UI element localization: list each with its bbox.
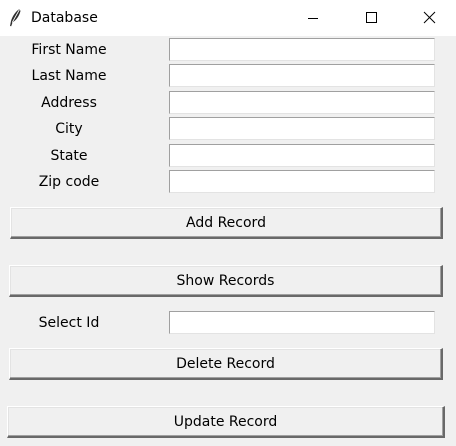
select-id-field[interactable] (169, 311, 435, 334)
address-field[interactable] (169, 91, 435, 114)
first-name-field[interactable] (169, 38, 435, 61)
show-records-button[interactable]: Show Records (9, 265, 443, 297)
city-label: City (55, 121, 83, 137)
city-field[interactable] (169, 117, 435, 140)
state-label: State (50, 148, 88, 164)
last-name-label: Last Name (31, 68, 107, 84)
minimize-button[interactable] (290, 0, 336, 36)
last-name-field[interactable] (169, 64, 435, 87)
state-field[interactable] (169, 144, 435, 167)
feather-icon (7, 8, 23, 28)
window-title: Database (31, 10, 98, 26)
add-record-button[interactable]: Add Record (10, 207, 443, 239)
zip-code-label: Zip code (38, 174, 100, 190)
zip-code-field[interactable] (169, 170, 435, 193)
address-label: Address (41, 95, 97, 111)
first-name-label: First Name (31, 42, 107, 58)
update-record-button[interactable]: Update Record (7, 406, 445, 438)
select-id-label: Select Id (38, 315, 100, 331)
maximize-button[interactable] (348, 0, 394, 36)
close-button[interactable] (406, 0, 452, 36)
delete-record-button[interactable]: Delete Record (9, 348, 443, 380)
title-bar: Database (0, 0, 456, 36)
